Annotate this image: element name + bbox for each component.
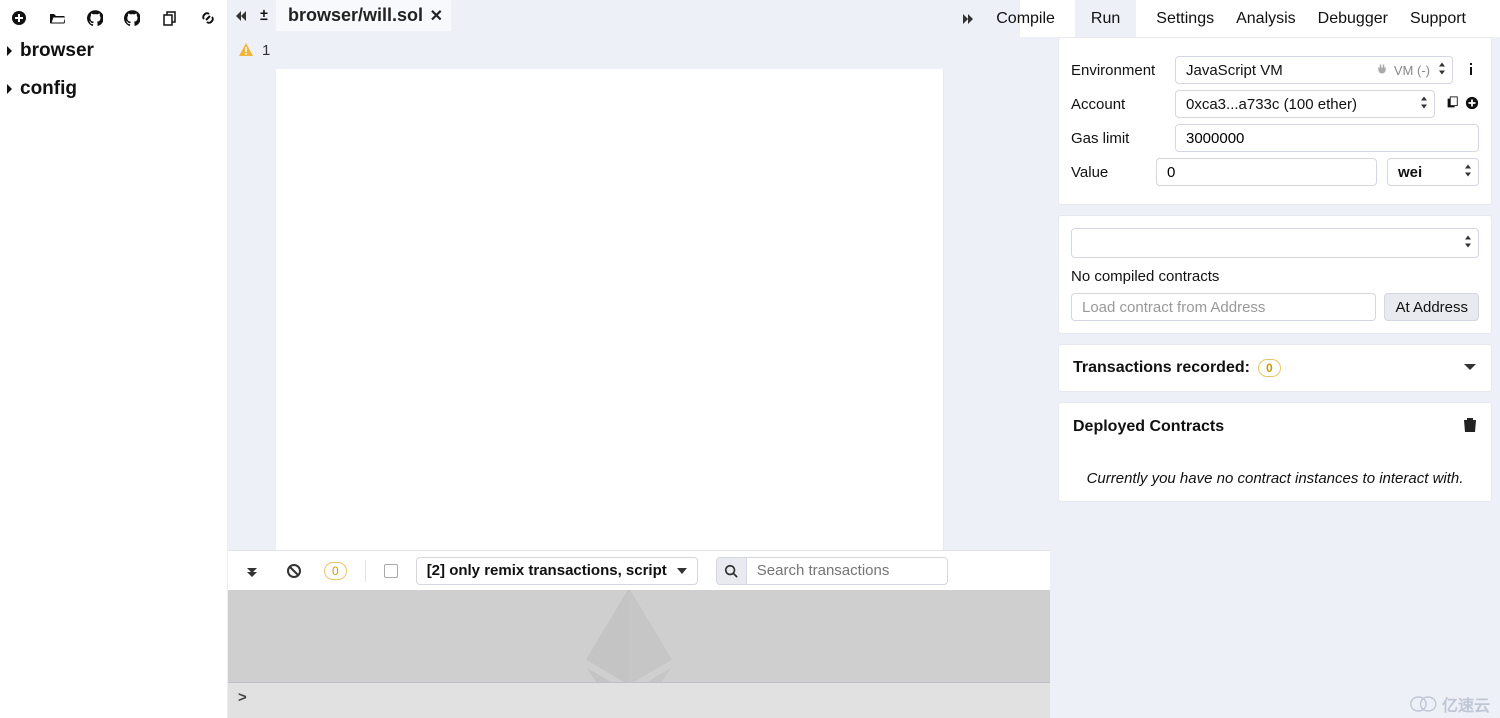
editor-area — [228, 69, 1050, 550]
folder-label: config — [20, 78, 77, 100]
chevron-updown-icon — [1464, 164, 1472, 181]
tab-run[interactable]: Run — [1075, 0, 1136, 37]
tab-analysis[interactable]: Analysis — [1234, 0, 1298, 37]
contract-panel: No compiled contracts At Address — [1058, 215, 1492, 334]
contract-address-input[interactable] — [1071, 293, 1376, 321]
transactions-recorded-count: 0 — [1258, 359, 1281, 377]
contract-select[interactable] — [1071, 228, 1479, 258]
info-icon[interactable] — [1463, 61, 1479, 80]
chevron-updown-icon — [1420, 96, 1428, 113]
caret-right-icon — [6, 83, 14, 95]
environment-select[interactable]: JavaScript VM VM (-) — [1175, 56, 1453, 84]
chevron-updown-icon — [1438, 62, 1446, 79]
tab-compile[interactable]: Compile — [994, 0, 1057, 37]
chevron-updown-icon — [1464, 235, 1472, 252]
terminal-toolbar: 0 [2] only remix transactions, script — [228, 550, 1050, 590]
deployed-contracts-label: Deployed Contracts — [1073, 418, 1224, 436]
code-editor[interactable] — [276, 69, 944, 550]
divider — [365, 560, 366, 582]
terminal-output[interactable]: > — [228, 590, 1050, 718]
editor-tab-bar: +− browser/will.sol ✕ — [228, 0, 1050, 31]
folder-item-config[interactable]: config — [0, 70, 227, 108]
center-column: +− browser/will.sol ✕ 1 0 [2] only remix… — [228, 0, 1050, 718]
editor-gutter: 1 — [228, 31, 1050, 69]
file-toolbar — [0, 0, 227, 32]
add-account-icon[interactable] — [1465, 96, 1479, 113]
folder-label: browser — [20, 40, 94, 62]
scroll-tabs-left-icon[interactable] — [228, 0, 252, 31]
account-select[interactable]: 0xca3...a733c (100 ether) — [1175, 90, 1435, 118]
environment-value: JavaScript VM — [1186, 62, 1283, 79]
folder-item-browser[interactable]: browser — [0, 32, 227, 70]
gas-limit-input[interactable] — [1175, 124, 1479, 152]
at-address-button[interactable]: At Address — [1384, 293, 1479, 321]
close-tab-icon[interactable]: ✕ — [430, 6, 443, 26]
deployed-contracts-panel: Deployed Contracts Currently you have no… — [1058, 402, 1492, 502]
value-unit-select[interactable]: wei — [1387, 158, 1479, 186]
trash-icon[interactable] — [1463, 417, 1477, 436]
gas-limit-label: Gas limit — [1071, 130, 1165, 147]
deployed-empty-message: Currently you have no contract instances… — [1073, 470, 1477, 487]
pending-tx-count: 0 — [324, 562, 347, 580]
link-icon[interactable] — [197, 8, 219, 28]
plug-icon — [1376, 63, 1388, 78]
no-compiled-note: No compiled contracts — [1071, 268, 1479, 285]
tab-settings[interactable]: Settings — [1154, 0, 1216, 37]
editor-margin-left — [228, 69, 276, 550]
account-label: Account — [1071, 96, 1165, 113]
copy-account-icon[interactable] — [1445, 96, 1459, 113]
terminal-prompt[interactable]: > — [228, 682, 1050, 718]
toggle-terminal-icon[interactable] — [240, 561, 264, 581]
editor-margin-right — [944, 69, 1050, 550]
caret-right-icon — [6, 45, 14, 57]
watermark-text: 亿速云 — [1442, 692, 1490, 716]
github-icon[interactable] — [84, 8, 106, 28]
environment-row: Environment JavaScript VM VM (-) — [1071, 56, 1479, 84]
value-label: Value — [1071, 164, 1146, 181]
prompt-symbol: > — [238, 689, 247, 706]
transactions-recorded-label: Transactions recorded: — [1073, 359, 1250, 377]
gas-limit-row: Gas limit — [1071, 124, 1479, 152]
chevron-down-icon[interactable] — [1463, 360, 1477, 376]
open-folder-icon[interactable] — [46, 8, 68, 28]
search-icon[interactable] — [717, 558, 747, 584]
file-explorer: browser config — [0, 0, 228, 718]
run-panel: Environment JavaScript VM VM (-) Account… — [1050, 37, 1500, 718]
value-row: Value wei — [1071, 158, 1479, 186]
new-file-icon[interactable] — [8, 8, 30, 28]
tx-filter-label: [2] only remix transactions, script — [427, 562, 667, 579]
tab-active-file[interactable]: browser/will.sol ✕ — [276, 0, 451, 31]
transactions-recorded-panel[interactable]: Transactions recorded: 0 — [1058, 344, 1492, 392]
listen-network-checkbox[interactable] — [384, 564, 398, 578]
value-unit: wei — [1398, 164, 1422, 181]
vm-status: VM (-) — [1394, 63, 1430, 78]
tx-search — [716, 557, 948, 585]
warning-count: 1 — [262, 42, 270, 59]
warning-icon — [238, 42, 254, 58]
expand-collapse-icon[interactable]: +− — [252, 0, 276, 31]
tx-search-input[interactable] — [747, 558, 947, 584]
tab-support[interactable]: Support — [1408, 0, 1468, 37]
account-row: Account 0xca3...a733c (100 ether) — [1071, 90, 1479, 118]
tab-debugger[interactable]: Debugger — [1316, 0, 1390, 37]
watermark: 亿速云 — [1410, 692, 1490, 716]
tx-filter-select[interactable]: [2] only remix transactions, script — [416, 557, 698, 585]
tab-label: browser/will.sol — [288, 5, 423, 26]
github-alt-icon[interactable] — [121, 8, 143, 28]
copy-files-icon[interactable] — [159, 8, 181, 28]
right-panel-tabs: Compile Run Settings Analysis Debugger S… — [1020, 0, 1500, 37]
scroll-tabs-right-icon[interactable] — [962, 0, 976, 37]
run-config-panel: Environment JavaScript VM VM (-) Account… — [1058, 37, 1492, 205]
clear-terminal-icon[interactable] — [282, 561, 306, 581]
environment-label: Environment — [1071, 62, 1165, 79]
account-value: 0xca3...a733c (100 ether) — [1186, 96, 1357, 113]
value-input[interactable] — [1156, 158, 1377, 186]
